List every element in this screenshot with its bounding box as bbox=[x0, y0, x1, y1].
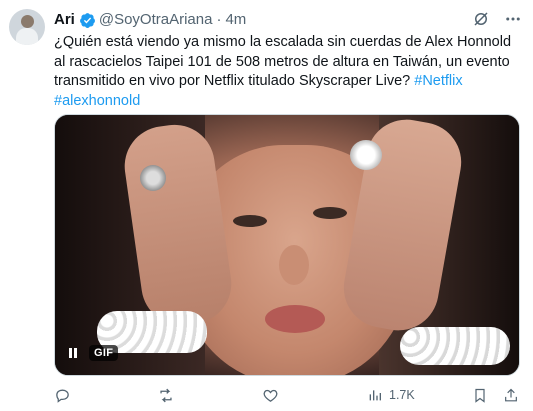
avatar-head bbox=[21, 15, 34, 28]
views-icon bbox=[369, 390, 381, 401]
avatar[interactable] bbox=[9, 9, 45, 45]
gif-frame-ring-left bbox=[140, 165, 166, 191]
gif-frame-eye-right bbox=[313, 207, 347, 219]
tweet[interactable]: Ari @SoyOtraAriana · 4m ¿Quién está vien… bbox=[0, 0, 533, 411]
grok-icon[interactable] bbox=[471, 9, 491, 29]
pause-icon[interactable] bbox=[63, 343, 83, 363]
bookmark-button[interactable] bbox=[472, 387, 488, 404]
gif-frame-ring bbox=[350, 140, 382, 170]
hashtag-netflix[interactable]: #Netflix bbox=[414, 73, 462, 89]
verified-badge-icon bbox=[79, 12, 95, 28]
header-actions bbox=[471, 9, 523, 29]
gif-frame-nose bbox=[279, 245, 309, 285]
separator-dot: · bbox=[216, 11, 222, 28]
avatar-body bbox=[16, 28, 38, 45]
bookmark-icon bbox=[475, 388, 485, 403]
gif-controls: GIF bbox=[63, 341, 119, 365]
tweet-gif[interactable]: GIF bbox=[54, 114, 520, 376]
tweet-text: ¿Quién está viendo ya mismo la escalada … bbox=[54, 33, 524, 111]
views-button[interactable]: 1.7K bbox=[367, 387, 415, 403]
reply-button[interactable] bbox=[54, 387, 77, 404]
gif-frame-bracelet-right bbox=[400, 327, 510, 365]
reply-icon bbox=[56, 389, 69, 403]
more-options-icon[interactable] bbox=[503, 9, 523, 29]
share-button[interactable] bbox=[503, 387, 519, 404]
like-button[interactable] bbox=[262, 387, 285, 404]
views-count: 1.7K bbox=[389, 388, 415, 402]
tweet-actions: 1.7K bbox=[54, 385, 520, 405]
author-name[interactable]: Ari bbox=[54, 10, 75, 30]
timestamp[interactable]: 4m bbox=[225, 10, 246, 30]
heart-icon bbox=[263, 389, 278, 402]
gif-frame-lips bbox=[265, 305, 325, 333]
author-handle[interactable]: @SoyOtraAriana bbox=[99, 10, 213, 30]
tweet-header: Ari @SoyOtraAriana · 4m bbox=[54, 9, 523, 31]
gif-badge: GIF bbox=[89, 345, 119, 361]
share-icon bbox=[505, 388, 517, 401]
hashtag-alexhonnold[interactable]: #alexhonnold bbox=[54, 93, 140, 109]
repost-button[interactable] bbox=[157, 387, 181, 404]
repost-icon bbox=[160, 388, 172, 402]
gif-frame-eye-left bbox=[233, 215, 267, 227]
